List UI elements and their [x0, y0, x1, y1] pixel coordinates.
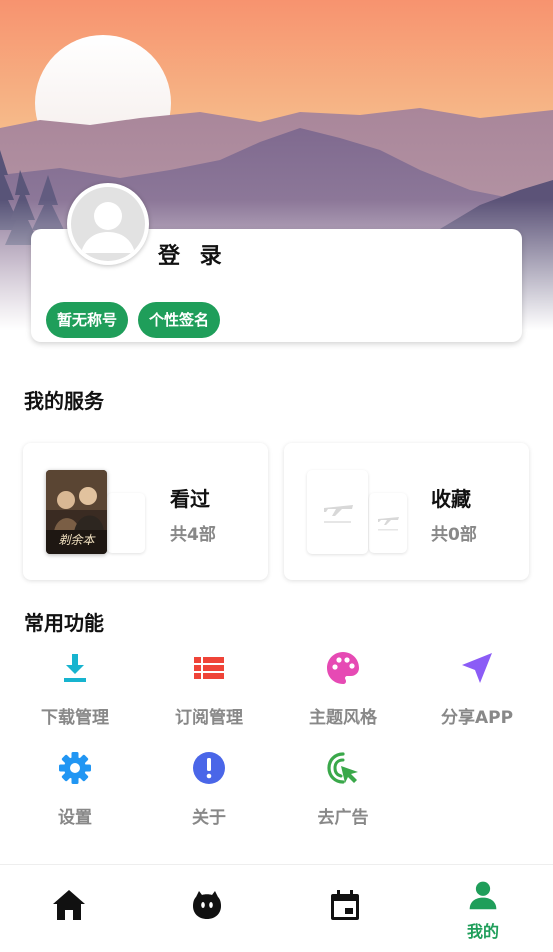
share-app-button[interactable]: 分享APP [410, 650, 544, 740]
cursor-click-icon [327, 752, 358, 784]
poster-title-text: 剃余本 [58, 533, 95, 547]
download-manager-label: 下载管理 [41, 708, 109, 728]
home-icon [53, 890, 85, 920]
watched-title: 看过 [170, 487, 210, 511]
list-icon [194, 657, 224, 679]
nav-home[interactable] [0, 865, 138, 952]
remove-ads-label: 去广告 [317, 808, 369, 828]
favorites-card[interactable]: 收藏 共0部 [284, 443, 529, 580]
login-button[interactable]: 登 录 [158, 238, 228, 270]
remove-ads-button[interactable]: 去广告 [276, 750, 410, 840]
title-badge[interactable]: 暂无称号 [46, 302, 129, 338]
about-button[interactable]: 关于 [142, 750, 276, 840]
poster-thumbnail: 剃余本 [46, 470, 107, 554]
subscription-manager-label: 订阅管理 [175, 708, 243, 728]
poster-placeholder-front [307, 470, 368, 554]
placeholder-plane-icon [378, 517, 399, 531]
download-manager-button[interactable]: 下载管理 [8, 650, 142, 740]
calendar-icon [331, 890, 359, 920]
nav-schedule[interactable] [276, 865, 414, 952]
about-label: 关于 [192, 808, 226, 828]
watched-card[interactable]: 剃余本 看过 共4部 [23, 443, 268, 580]
bottom-nav: 我的 [0, 864, 553, 952]
watched-count: 共4部 [170, 525, 216, 545]
settings-label: 设置 [58, 808, 92, 828]
nav-mine-label: 我的 [466, 922, 499, 941]
info-icon [193, 752, 225, 784]
person-icon [469, 881, 497, 910]
avatar[interactable] [67, 183, 149, 265]
subscription-manager-button[interactable]: 订阅管理 [142, 650, 276, 740]
signature-badge[interactable]: 个性签名 [138, 302, 221, 338]
default-avatar-icon [81, 202, 135, 253]
palette-icon [327, 652, 359, 684]
theme-style-label: 主题风格 [309, 708, 377, 728]
mascot-icon [193, 891, 221, 919]
favorites-count: 共0部 [431, 525, 477, 545]
poster-placeholder-back [369, 493, 407, 553]
gear-icon [59, 752, 91, 784]
share-app-label: 分享APP [440, 708, 514, 728]
settings-button[interactable]: 设置 [8, 750, 142, 840]
navigation-arrow-icon [462, 653, 492, 683]
services-section-title: 我的服务 [24, 389, 104, 413]
functions-section-title: 常用功能 [24, 611, 104, 635]
theme-style-button[interactable]: 主题风格 [276, 650, 410, 740]
favorites-title: 收藏 [431, 487, 471, 511]
poster-placeholder-back [107, 493, 145, 553]
nav-mine[interactable]: 我的 [414, 865, 552, 952]
placeholder-plane-icon [324, 505, 353, 523]
nav-discover[interactable] [138, 865, 276, 952]
download-icon [64, 654, 86, 682]
